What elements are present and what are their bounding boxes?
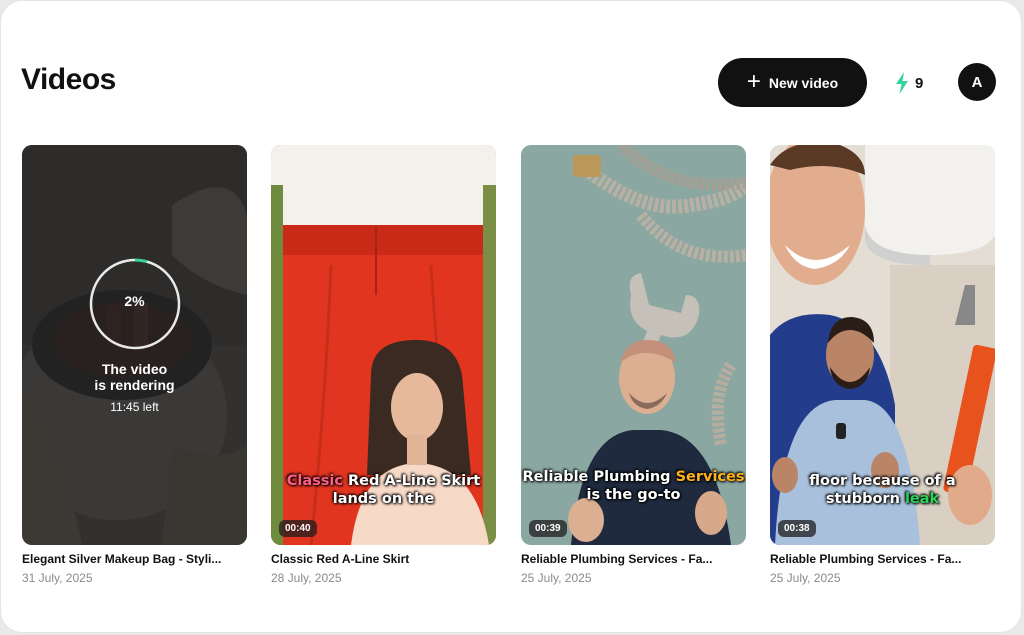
video-date: 31 July, 2025 [22,571,93,585]
video-card[interactable]: 2% The video is rendering 11:45 left Ele… [22,145,247,585]
time-left: 11:45 left [110,400,159,414]
video-card[interactable]: Reliable Plumbing Services is the go-to … [521,145,746,585]
main-panel: Videos + New video 9 A 2% The video is r… [0,0,1022,633]
avatar-initial: A [971,73,983,91]
caption-text: floor because of a [809,473,956,489]
video-title[interactable]: Reliable Plumbing Services - Fa... [521,552,746,567]
video-thumbnail[interactable]: Classic Red A-Line Skirt lands on the 00… [271,145,496,545]
video-card[interactable]: Classic Red A-Line Skirt lands on the 00… [271,145,496,585]
rendering-message-line2: is rendering [94,377,175,393]
video-title[interactable]: Elegant Silver Makeup Bag - Styli... [22,552,247,567]
caption-text: Red A-Line Skirt [342,473,481,489]
video-caption: floor because of a stubborn leak [770,472,995,508]
video-thumbnail[interactable]: 2% The video is rendering 11:45 left [22,145,247,545]
credits-count: 9 [915,74,924,92]
video-caption: Reliable Plumbing Services is the go-to [521,468,746,504]
video-thumbnail[interactable]: floor because of a stubborn leak 00:38 [770,145,995,545]
plus-icon: + [746,67,761,95]
caption-text: Reliable Plumbing [522,469,676,485]
duration-badge: 00:38 [778,520,816,537]
video-card[interactable]: floor because of a stubborn leak 00:38 R… [770,145,995,585]
credits-indicator[interactable]: 9 [895,71,923,95]
video-date: 25 July, 2025 [521,571,592,585]
video-thumbnail[interactable]: Reliable Plumbing Services is the go-to … [521,145,746,545]
caption-text: lands on the [332,491,435,507]
avatar[interactable]: A [958,63,996,101]
duration-badge: 00:39 [529,520,567,537]
video-caption: Classic Red A-Line Skirt lands on the [271,472,496,508]
caption-highlight: Classic [286,473,343,489]
video-title[interactable]: Classic Red A-Line Skirt [271,552,496,567]
page-title: Videos [21,63,116,96]
lightning-icon [896,72,908,94]
caption-highlight: Services [675,469,745,485]
caption-text: is the go-to [586,487,681,503]
new-video-button[interactable]: + New video [718,58,867,107]
new-video-label: New video [768,74,839,91]
duration-badge: 00:40 [279,520,317,537]
video-date: 28 July, 2025 [271,571,342,585]
rendering-message: The video is rendering [22,361,247,393]
rendering-message-line1: The video [101,361,168,377]
video-date: 25 July, 2025 [770,571,841,585]
progress-percent: 2% [124,293,145,309]
video-title[interactable]: Reliable Plumbing Services - Fa... [770,552,995,567]
caption-text: stubborn [825,491,905,507]
caption-highlight: leak [904,491,940,507]
